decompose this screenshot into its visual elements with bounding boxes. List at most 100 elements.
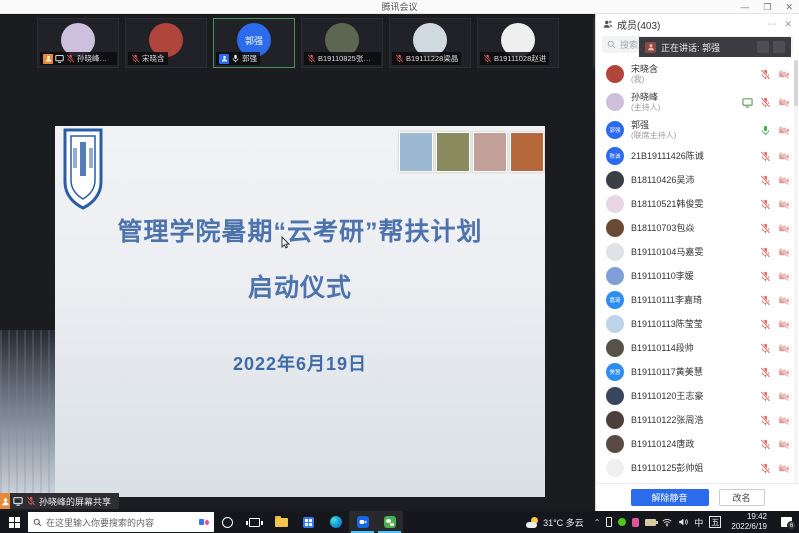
action-center-button[interactable]: 6 (773, 511, 799, 533)
member-text: B18110426吴沛 (631, 175, 760, 185)
member-row[interactable]: B19110120王志豪 (596, 384, 799, 408)
camera-status-icon[interactable] (778, 319, 790, 330)
close-button[interactable]: ✕ (785, 0, 793, 14)
member-row[interactable]: B18110426吴沛 (596, 168, 799, 192)
task-view-button[interactable] (241, 511, 268, 533)
mic-status-icon[interactable] (760, 151, 771, 162)
camera-status-icon[interactable] (778, 367, 790, 378)
video-thumbnail[interactable]: 郭强 郭强 (213, 18, 295, 68)
panel-more-button[interactable]: ⋯ (767, 19, 776, 30)
member-row[interactable]: B19110104马嘉雯 (596, 240, 799, 264)
camera-status-icon[interactable] (778, 125, 790, 136)
member-row[interactable]: 郭强 郭强 (联席主持人) (596, 116, 799, 144)
mic-status-icon[interactable] (760, 175, 771, 186)
wifi-icon[interactable] (662, 517, 672, 527)
video-thumbnail[interactable]: B19110825张熙媚 (301, 18, 383, 68)
microsoft-store-button[interactable] (295, 511, 322, 533)
mic-status-icon[interactable] (760, 343, 771, 354)
mic-status-icon[interactable] (760, 247, 771, 258)
camera-status-icon[interactable] (778, 97, 790, 108)
device-icon[interactable] (606, 517, 612, 527)
participant-name: B19111028赵进 (494, 53, 546, 64)
mic-status-icon[interactable] (760, 295, 771, 306)
avatar-initials: 郭强 (609, 126, 620, 134)
rename-button[interactable]: 改名 (719, 489, 765, 506)
wechat-button[interactable] (376, 511, 403, 533)
mic-status-icon[interactable] (760, 391, 771, 402)
camera-status-icon[interactable] (778, 415, 790, 426)
video-thumbnail[interactable]: B19111228梁晶 (389, 18, 471, 68)
camera-status-icon[interactable] (778, 343, 790, 354)
member-row[interactable]: 宋晓含 (我) (596, 60, 799, 88)
member-list: 宋晓含 (我) 孙晓峰 (主持人) (596, 60, 799, 483)
mic-status-icon[interactable] (760, 97, 771, 108)
mic-status-icon[interactable] (760, 367, 771, 378)
panel-close-button[interactable]: ✕ (784, 19, 792, 30)
ime-mode-indicator[interactable]: 五 (709, 516, 721, 528)
applause-icon[interactable] (757, 41, 769, 53)
minimize-button[interactable]: — (740, 0, 749, 14)
mic-status-icon[interactable] (760, 69, 771, 80)
video-thumbnail[interactable]: 宋晓含 (125, 18, 207, 68)
cortana-button[interactable] (214, 511, 241, 533)
weather-widget[interactable]: 31°C 多云 (520, 511, 590, 533)
cortana-icon (222, 517, 233, 528)
mic-status-icon[interactable] (760, 271, 771, 282)
participant-name: 宋晓含 (142, 53, 165, 64)
member-row[interactable]: B18110703包焱 (596, 216, 799, 240)
mic-status-icon[interactable] (760, 125, 771, 136)
tray-expand-icon[interactable]: ⌃ (594, 518, 601, 527)
members-icon (603, 19, 613, 29)
member-row[interactable]: B18110521韩俊雯 (596, 192, 799, 216)
start-button[interactable] (0, 511, 28, 533)
member-row[interactable]: B19110113陈莹莹 (596, 312, 799, 336)
mic-status-icon[interactable] (760, 199, 771, 210)
avatar (606, 267, 624, 285)
file-explorer-button[interactable] (268, 511, 295, 533)
camera-status-icon[interactable] (778, 175, 790, 186)
camera-status-icon[interactable] (778, 151, 790, 162)
member-badge-icon (0, 493, 10, 509)
taskbar-search-input[interactable]: 在这里输入你要搜索的内容 (28, 512, 214, 532)
input-method-indicator[interactable]: 中 (694, 516, 703, 529)
video-thumbnail-strip: 孙晓峰的屏幕... 宋晓含 郭强 (0, 18, 595, 68)
camera-status-icon[interactable] (778, 295, 790, 306)
member-row[interactable]: 嘉琦 B19110111李嘉琦 (596, 288, 799, 312)
unmute-button[interactable]: 解除静音 (631, 489, 709, 506)
video-thumbnail[interactable]: B19111028赵进 (477, 18, 559, 68)
video-thumbnail[interactable]: 孙晓峰的屏幕... (37, 18, 119, 68)
member-row[interactable]: B19110110李媛 (596, 264, 799, 288)
mic-status-icon[interactable] (760, 439, 771, 450)
camera-status-icon[interactable] (778, 391, 790, 402)
mic-status-icon[interactable] (760, 415, 771, 426)
scrollbar-thumb[interactable] (794, 60, 798, 106)
camera-status-icon[interactable] (778, 223, 790, 234)
camera-status-icon[interactable] (778, 271, 790, 282)
camera-status-icon[interactable] (778, 69, 790, 80)
member-row[interactable]: B19110124唐政 (596, 432, 799, 456)
tencent-meeting-button[interactable] (349, 511, 376, 533)
taskbar-clock[interactable]: 19:42 2022/6/19 (725, 511, 773, 533)
tray-pink-app-icon[interactable] (632, 518, 639, 527)
camera-status-icon[interactable] (778, 199, 790, 210)
edge-button[interactable] (322, 511, 349, 533)
mic-status-icon[interactable] (760, 463, 771, 474)
tray-green-app-icon[interactable] (618, 518, 626, 526)
mic-status-icon[interactable] (760, 319, 771, 330)
camera-status-icon[interactable] (778, 439, 790, 450)
members-panel-header: 成员(403) ⋯ ✕ (596, 14, 799, 34)
maximize-button[interactable]: ❐ (763, 0, 771, 14)
member-row[interactable]: B19110114段帅 (596, 336, 799, 360)
battery-icon[interactable] (645, 519, 656, 526)
camera-status-icon[interactable] (778, 463, 790, 474)
volume-icon[interactable] (678, 517, 688, 527)
member-name: B19110122张周浩 (631, 415, 760, 425)
camera-status-icon[interactable] (778, 247, 790, 258)
member-row[interactable]: B19110122张周浩 (596, 408, 799, 432)
member-row[interactable]: 陈诚 21B19111426陈诚 (596, 144, 799, 168)
member-row[interactable]: 孙晓峰 (主持人) (596, 88, 799, 116)
member-row[interactable]: 美慧 B19110117黄美慧 (596, 360, 799, 384)
member-row[interactable]: B19110125彭帅姐 (596, 456, 799, 480)
mic-status-icon[interactable] (760, 223, 771, 234)
reply-icon[interactable] (773, 41, 785, 53)
